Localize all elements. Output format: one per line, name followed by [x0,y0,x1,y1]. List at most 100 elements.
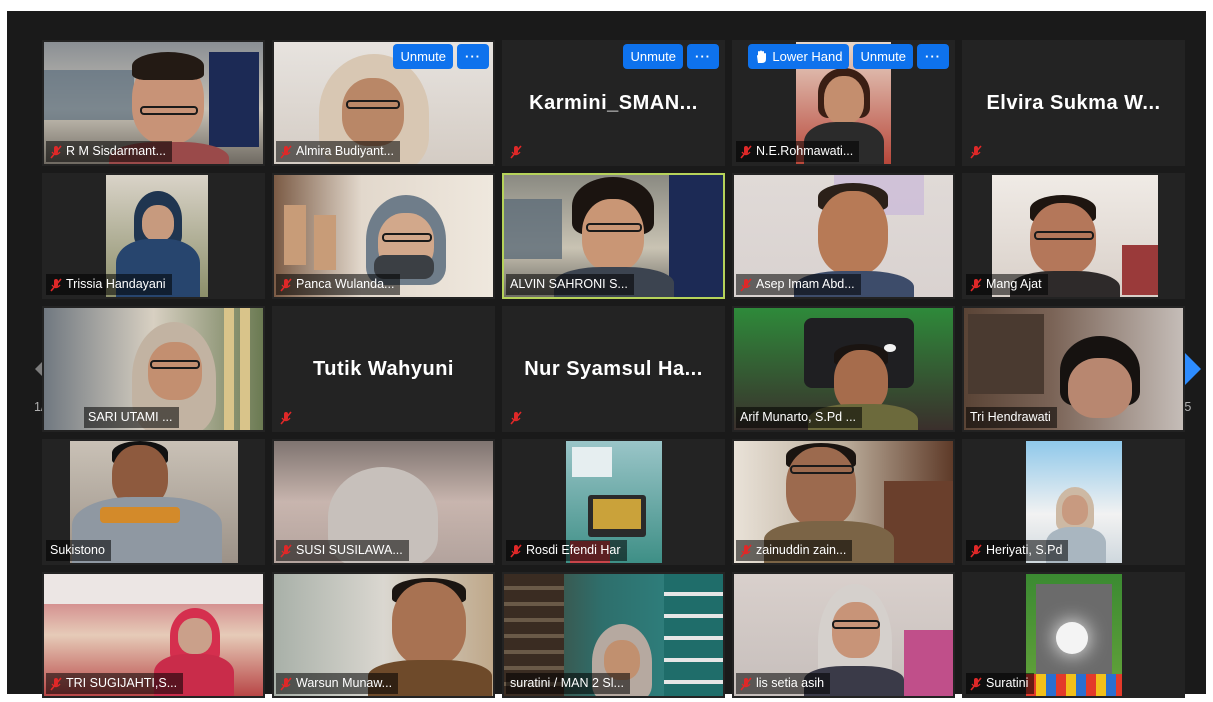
more-options-button[interactable]: ··· [457,44,489,69]
participant-name: Tri Hendrawati [970,410,1051,424]
mic-muted-icon [280,144,292,159]
participant-tile[interactable]: TRI SUGIJAHTI,S... [42,572,265,698]
participant-display-name: Karmini_SMAN... [529,92,698,114]
participant-name-label: lis setia asih [736,673,831,694]
participant-name: Panca Wulanda... [296,277,395,291]
unmute-button[interactable]: Unmute [853,44,913,69]
mic-muted-icon [970,144,982,159]
participant-tile[interactable]: Mang Ajat [962,173,1185,299]
participant-name: zainuddin zain... [756,543,847,557]
tile-controls: Unmute ··· [393,44,489,69]
more-options-button[interactable]: ··· [917,44,949,69]
hand-icon [757,50,767,63]
participant-name: SARI UTAMI ... [88,410,173,424]
participant-name: R M Sisdarmant... [66,144,167,158]
mic-muted-icon [50,277,62,292]
zoom-gallery-view: 1/5 1/5 R M Sisdarmant... [7,11,1206,698]
mic-muted-icon [740,277,752,292]
participant-name: Arif Munarto, S.Pd ... [740,410,857,424]
participant-name: Sukistono [50,543,105,557]
participant-name-label: N.E.Rohmawati... [736,141,860,162]
participant-tile[interactable]: Unmute ··· Almira Budiyant... [272,40,495,166]
participant-tile[interactable]: Lower Hand Unmute ··· N.E.Rohmawati... [732,40,955,166]
participant-display-name: Nur Syamsul Ha... [524,358,703,380]
participant-tile[interactable]: SARI UTAMI ... [42,306,265,432]
participant-name-label: SARI UTAMI ... [84,407,179,428]
mic-muted-icon [510,144,522,159]
participant-name: Asep Imam Abd... [756,277,855,291]
participant-tile[interactable]: Elvira Sukma W... [962,40,1185,166]
participant-name: Suratini [986,676,1029,690]
lower-hand-button[interactable]: Lower Hand [748,44,850,69]
participant-name-label: Almira Budiyant... [276,141,400,162]
participant-tile[interactable]: zainuddin zain... [732,439,955,565]
mic-muted-icon [280,543,292,558]
participant-name-label [506,141,528,162]
participant-display-name: Tutik Wahyuni [313,358,454,380]
mic-muted-icon [740,676,752,691]
participant-tile[interactable]: Tri Hendrawati [962,306,1185,432]
mic-muted-icon [970,543,982,558]
participant-name: Rosdi Efendi Har [526,543,621,557]
participant-tile[interactable]: Asep Imam Abd... [732,173,955,299]
participant-name-label: Mang Ajat [966,274,1048,295]
mic-muted-icon [970,676,982,691]
participant-tile[interactable]: Trissia Handayani [42,173,265,299]
participant-name: ALVIN SAHRONI S... [510,277,628,291]
participant-tile[interactable]: Panca Wulanda... [272,173,495,299]
participant-tile[interactable]: Heriyati, S.Pd [962,439,1185,565]
participant-tile[interactable]: Tutik Wahyuni [272,306,495,432]
participant-name-label: Panca Wulanda... [276,274,401,295]
participant-name: suratini / MAN 2 Sl... [510,676,624,690]
participant-name-label: Heriyati, S.Pd [966,540,1069,561]
participant-name: Almira Budiyant... [296,144,394,158]
tile-controls: Unmute ··· [623,44,719,69]
mic-muted-icon [50,676,62,691]
participant-name-label [966,141,988,162]
participant-tile[interactable]: R M Sisdarmant... [42,40,265,166]
participant-video [1026,574,1122,696]
participant-tile[interactable]: Suratini [962,572,1185,698]
participant-tile[interactable]: lis setia asih [732,572,955,698]
participant-name-label: SUSI SUSILAWA... [276,540,409,561]
participant-tile[interactable]: Rosdi Efendi Har [502,439,725,565]
unmute-button[interactable]: Unmute [623,44,683,69]
participant-tile[interactable]: SUSI SUSILAWA... [272,439,495,565]
participant-name: N.E.Rohmawati... [756,144,854,158]
unmute-button[interactable]: Unmute [393,44,453,69]
participant-name-label: Sukistono [46,540,111,561]
mic-muted-icon [280,676,292,691]
participant-name: Mang Ajat [986,277,1042,291]
mic-muted-icon [50,144,62,159]
participant-name-label: Warsun Munaw... [276,673,399,694]
participant-tile-active-speaker[interactable]: ALVIN SAHRONI S... [502,173,725,299]
participant-name: Warsun Munaw... [296,676,393,690]
lower-hand-label: Lower Hand [772,49,843,64]
mic-muted-icon [970,277,982,292]
participant-name-label: suratini / MAN 2 Sl... [506,673,630,694]
participant-name-label: Trissia Handayani [46,274,172,295]
participant-name-label: ALVIN SAHRONI S... [506,274,634,295]
participant-tile[interactable]: Unmute ··· Karmini_SMAN... [502,40,725,166]
participant-name-label: R M Sisdarmant... [46,141,173,162]
participant-name-label: Asep Imam Abd... [736,274,861,295]
participant-name: lis setia asih [756,676,825,690]
participant-name-label: Arif Munarto, S.Pd ... [736,407,863,428]
participant-tile[interactable]: Arif Munarto, S.Pd ... [732,306,955,432]
mic-muted-icon [280,410,292,425]
participant-tile[interactable]: Nur Syamsul Ha... [502,306,725,432]
participant-tile[interactable]: Warsun Munaw... [272,572,495,698]
participant-tile[interactable]: Sukistono [42,439,265,565]
participant-name-label [276,407,298,428]
mic-muted-icon [740,144,752,159]
participant-name: SUSI SUSILAWA... [296,543,403,557]
participant-tile[interactable]: suratini / MAN 2 Sl... [502,572,725,698]
mic-muted-icon [510,543,522,558]
participant-name-label: TRI SUGIJAHTI,S... [46,673,184,694]
mic-muted-icon [510,410,522,425]
participant-name-label [506,407,528,428]
more-options-button[interactable]: ··· [687,44,719,69]
participant-name-label: Rosdi Efendi Har [506,540,627,561]
participant-name-label: Suratini [966,673,1035,694]
participant-name-label: Tri Hendrawati [966,407,1057,428]
